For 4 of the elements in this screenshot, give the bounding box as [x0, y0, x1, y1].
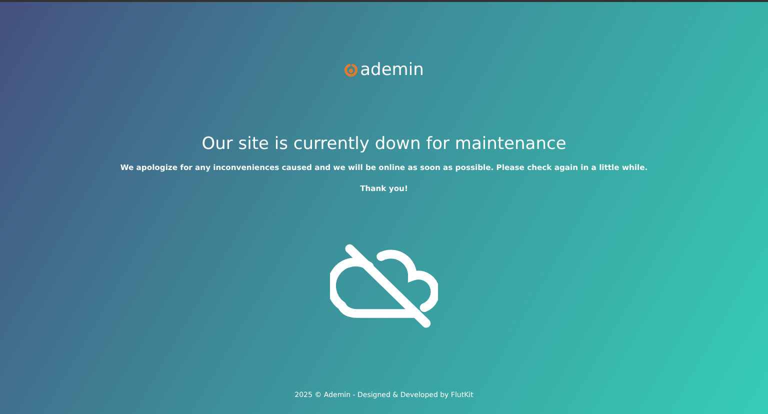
logo-icon	[344, 63, 358, 77]
page-heading: Our site is currently down for maintenance	[202, 133, 566, 155]
logo-text: ademin	[360, 60, 424, 80]
cloud-off-icon	[330, 244, 438, 328]
